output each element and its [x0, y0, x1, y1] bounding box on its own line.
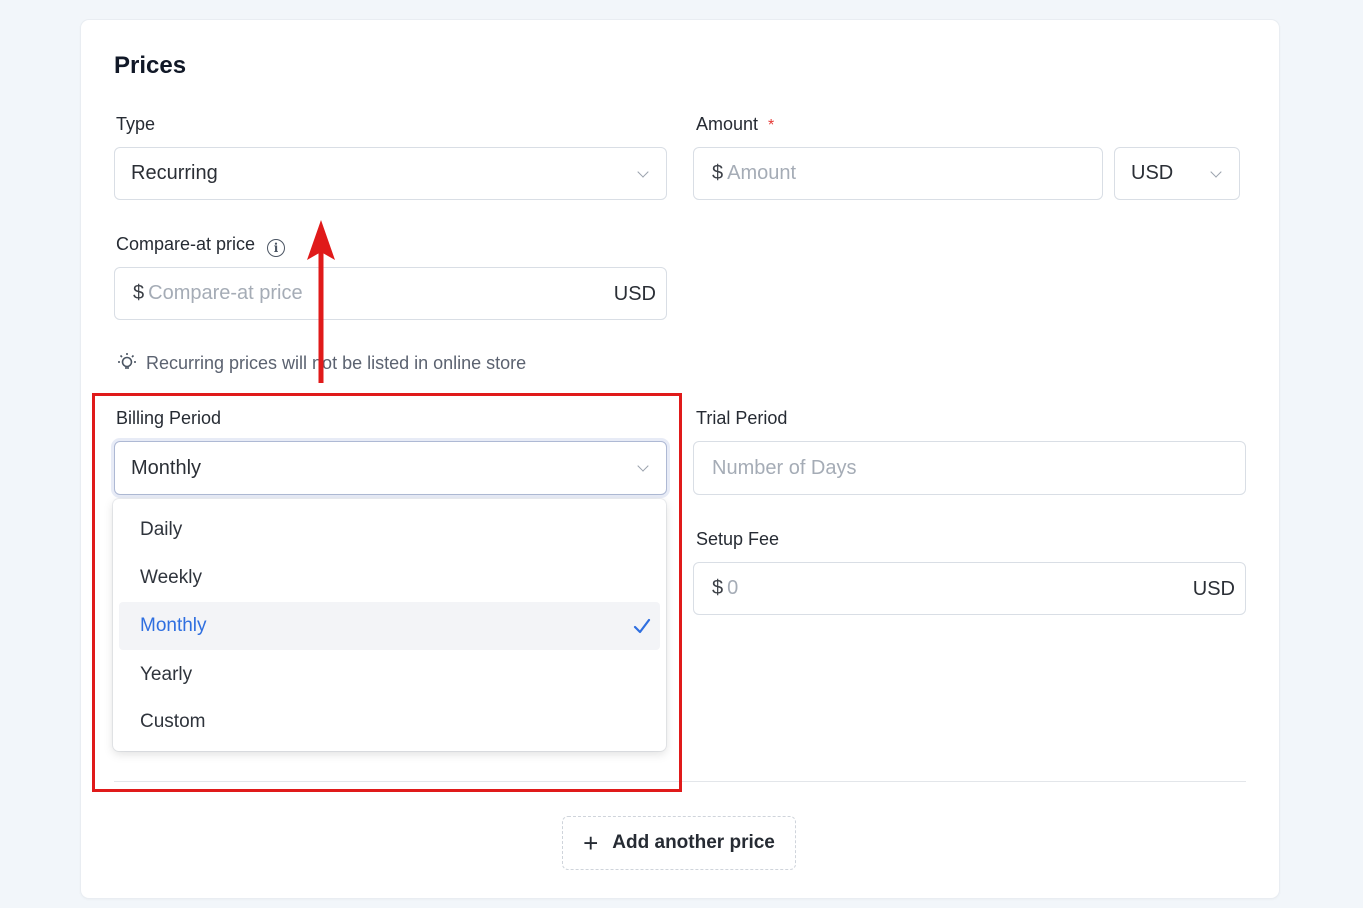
- compare-at-placeholder: Compare-at price: [148, 282, 303, 304]
- setup-fee-currency-symbol: $: [712, 577, 724, 599]
- info-icon[interactable]: i: [267, 239, 286, 257]
- trial-period-input[interactable]: Number of Days: [693, 441, 1246, 495]
- section-title: Prices: [114, 52, 187, 79]
- setup-fee-label: Setup Fee: [696, 529, 780, 549]
- add-another-price-label: Add another price: [612, 832, 775, 853]
- setup-fee-placeholder: 0: [727, 577, 739, 599]
- type-select[interactable]: Recurring: [114, 147, 667, 200]
- annotation-highlight-box: [92, 393, 682, 792]
- compare-at-input[interactable]: $ Compare-at price USD: [114, 267, 667, 320]
- compare-at-suffix: USD: [613, 283, 656, 305]
- amount-placeholder: Amount: [727, 162, 797, 184]
- add-another-price-button[interactable]: + Add another price: [562, 816, 796, 870]
- currency-select[interactable]: USD: [1114, 147, 1240, 200]
- amount-currency-symbol: $: [712, 162, 724, 184]
- plus-icon: +: [583, 828, 599, 858]
- amount-label: Amount *: [696, 114, 774, 135]
- chevron-down-icon: [638, 170, 648, 180]
- amount-input[interactable]: $ Amount: [693, 147, 1103, 200]
- required-mark: *: [768, 117, 775, 134]
- compare-at-label: Compare-at price i: [116, 234, 286, 257]
- setup-fee-input[interactable]: $ 0 USD: [693, 562, 1246, 615]
- compare-at-label-text: Compare-at price: [116, 234, 256, 254]
- lightbulb-icon: [118, 353, 136, 369]
- type-select-value: Recurring: [131, 162, 218, 184]
- type-label: Type: [116, 114, 156, 134]
- chevron-down-icon: [1211, 170, 1221, 180]
- amount-label-text: Amount: [696, 114, 759, 134]
- annotation-arrow-icon: [307, 220, 335, 383]
- currency-select-value: USD: [1131, 162, 1174, 184]
- trial-period-placeholder: Number of Days: [712, 456, 857, 479]
- trial-period-label: Trial Period: [696, 408, 788, 428]
- setup-fee-suffix: USD: [1192, 578, 1235, 600]
- compare-at-currency-symbol: $: [133, 282, 145, 304]
